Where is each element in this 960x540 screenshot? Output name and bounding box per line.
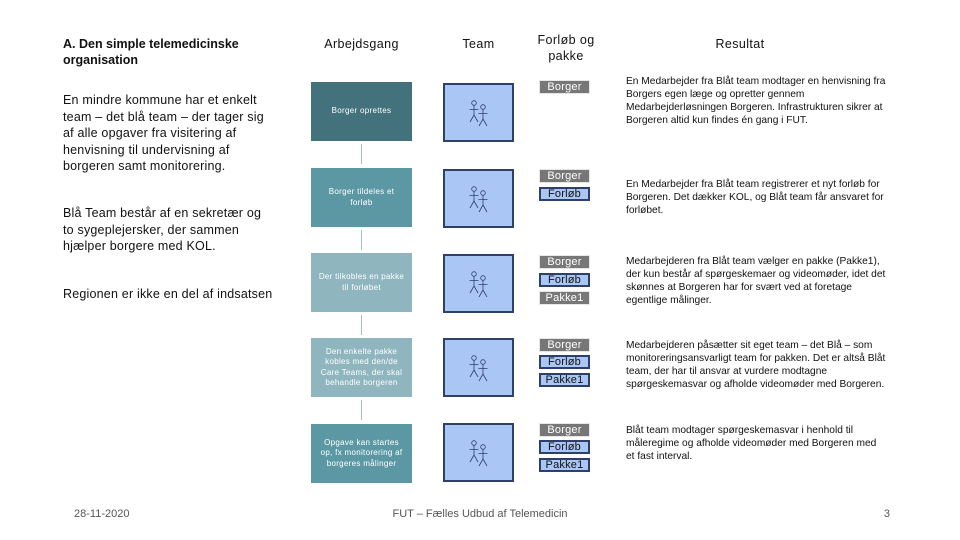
team-box-3 [443,254,514,313]
workflow-step-label: Borger oprettes [331,106,392,116]
tag-pakke: Pakke1 [539,373,590,387]
team-box-4 [443,338,514,397]
workflow-step-label: Den enkelte pakke kobles med den/de Care… [320,346,403,388]
page-number: 3 [883,508,890,520]
workflow-step-5: Opgave kan startes op, fx monitorering a… [311,424,412,483]
tag-borger: Borger [539,169,590,183]
tag-borger: Borger [539,338,590,352]
workflow-step-3: Der tilkobles en pakke til forløbet [311,253,412,312]
tag-pakke: Pakke1 [539,291,590,305]
result-text-3: Medarbejderen fra Blåt team vælger en pa… [626,256,886,306]
workflow-step-label: Opgave kan startes op, fx monitorering a… [320,437,403,468]
workflow-step-label: Borger tildeles et forløb [328,187,395,207]
team-people-icon [469,185,487,212]
tag-pakke: Pakke1 [539,458,590,472]
header-team: Team [462,37,495,51]
tag-borger: Borger [539,255,590,269]
footer-title: FUT – Fælles Udbud af Telemedicin [392,508,568,520]
team-box-1 [443,83,514,142]
header-result: Resultat [715,37,765,51]
team-paragraph: Blå Team består af en sekretær og to syg… [63,206,262,253]
workflow-connector [361,400,362,420]
team-box-2 [443,169,514,228]
result-text-4: Medarbejderen påsætter sit eget team – d… [626,340,886,390]
team-people-icon [469,99,487,126]
workflow-step-4: Den enkelte pakke kobles med den/de Care… [311,338,412,397]
tag-forlob: Forløb [539,187,590,201]
tag-borger: Borger [539,80,590,94]
result-text-2: En Medarbejder fra Blåt team registrerer… [626,179,884,216]
workflow-connector [361,144,362,164]
tag-borger: Borger [539,423,590,437]
header-course-package: Forløb og pakke [537,33,595,63]
result-text-5: Blåt team modtager spørgeskemasvar i hen… [626,425,877,462]
footer-date: 28-11-2020 [74,508,130,520]
workflow-connector [361,315,362,335]
workflow-step-2: Borger tildeles et forløb [311,168,412,227]
team-people-icon [469,439,487,466]
tag-forlob: Forløb [539,273,590,287]
result-text-1: En Medarbejder fra Blåt team modtager en… [626,76,886,126]
tag-forlob: Forløb [539,355,590,369]
tag-forlob: Forløb [539,440,590,454]
workflow-connector [361,230,362,250]
intro-paragraph: En mindre kommune har et enkelt team – d… [63,93,264,173]
team-people-icon [469,270,487,297]
header-workflow: Arbejdsgang [324,37,399,51]
workflow-step-1: Borger oprettes [311,82,412,141]
region-paragraph: Regionen er ikke en del af indsatsen [63,287,273,301]
slide-title: A. Den simple telemedicinske organisatio… [63,37,239,67]
team-people-icon [469,354,487,381]
team-box-5 [443,423,514,482]
workflow-step-label: Der tilkobles en pakke til forløbet [318,272,405,292]
